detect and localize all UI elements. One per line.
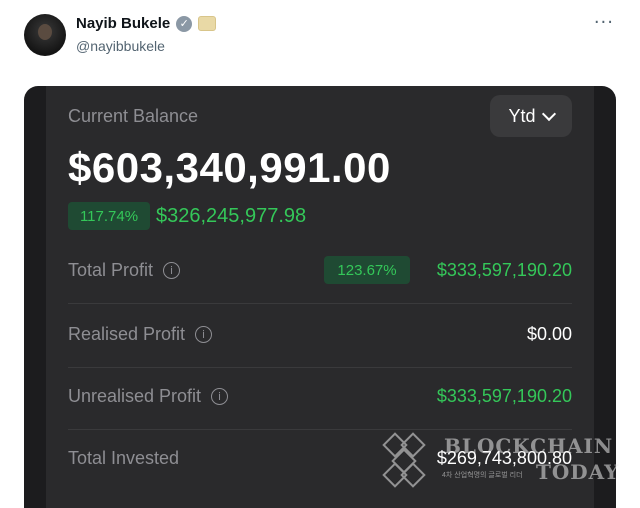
- unrealised-profit-label: Unrealised Profit: [68, 386, 202, 406]
- unrealised-profit-row: Unrealised Profit i: [68, 386, 229, 407]
- total-profit-row: Total Profit i: [68, 260, 181, 281]
- realised-profit-row: Realised Profit i: [68, 324, 213, 345]
- row-divider: [68, 367, 572, 368]
- row-divider: [68, 429, 572, 430]
- change-amount: $326,245,977.98: [156, 205, 307, 227]
- total-profit-label: Total Profit: [68, 260, 154, 280]
- author-name[interactable]: Nayib Bukele: [76, 15, 170, 32]
- realised-profit-value: $0.00: [526, 324, 572, 344]
- row-divider: [68, 303, 572, 304]
- tweet-header: Nayib Bukele ✓ @nayibbukele ···: [0, 0, 640, 80]
- affiliation-badge-icon[interactable]: [198, 16, 217, 31]
- info-icon[interactable]: i: [163, 262, 181, 279]
- info-icon[interactable]: i: [195, 326, 213, 343]
- total-profit-pct-badge: 123.67%: [324, 256, 410, 284]
- current-balance-label: Current Balance: [68, 106, 199, 126]
- author-row: Nayib Bukele ✓: [76, 15, 217, 32]
- watermark-text-2: TODAY: [536, 460, 620, 484]
- watermark-text-1: BLOCKCHAIN: [444, 434, 614, 458]
- verified-badge-icon: ✓: [176, 15, 193, 32]
- avatar[interactable]: [24, 14, 66, 56]
- more-horizontal-icon[interactable]: ···: [594, 12, 614, 33]
- period-selector[interactable]: Ytd: [490, 95, 572, 137]
- blockchain-today-watermark: BLOCKCHAIN TODAY 4차 산업혁명의 글로벌 리더: [378, 432, 618, 488]
- author-handle[interactable]: @nayibbukele: [76, 38, 165, 54]
- cube-logo-icon: [378, 432, 436, 488]
- chevron-down-icon: [541, 106, 556, 122]
- total-profit-value: $333,597,190.20: [436, 260, 572, 280]
- total-invested-label: Total Invested: [68, 448, 180, 468]
- current-balance-value: $603,340,991.00: [68, 144, 391, 191]
- change-pct-badge: 117.74%: [68, 202, 150, 230]
- realised-profit-label: Realised Profit: [68, 324, 186, 344]
- unrealised-profit-value: $333,597,190.20: [436, 386, 572, 406]
- period-selector-label: Ytd: [508, 105, 536, 126]
- watermark-tagline: 4차 산업혁명의 글로벌 리더: [442, 472, 523, 479]
- info-icon[interactable]: i: [211, 388, 229, 405]
